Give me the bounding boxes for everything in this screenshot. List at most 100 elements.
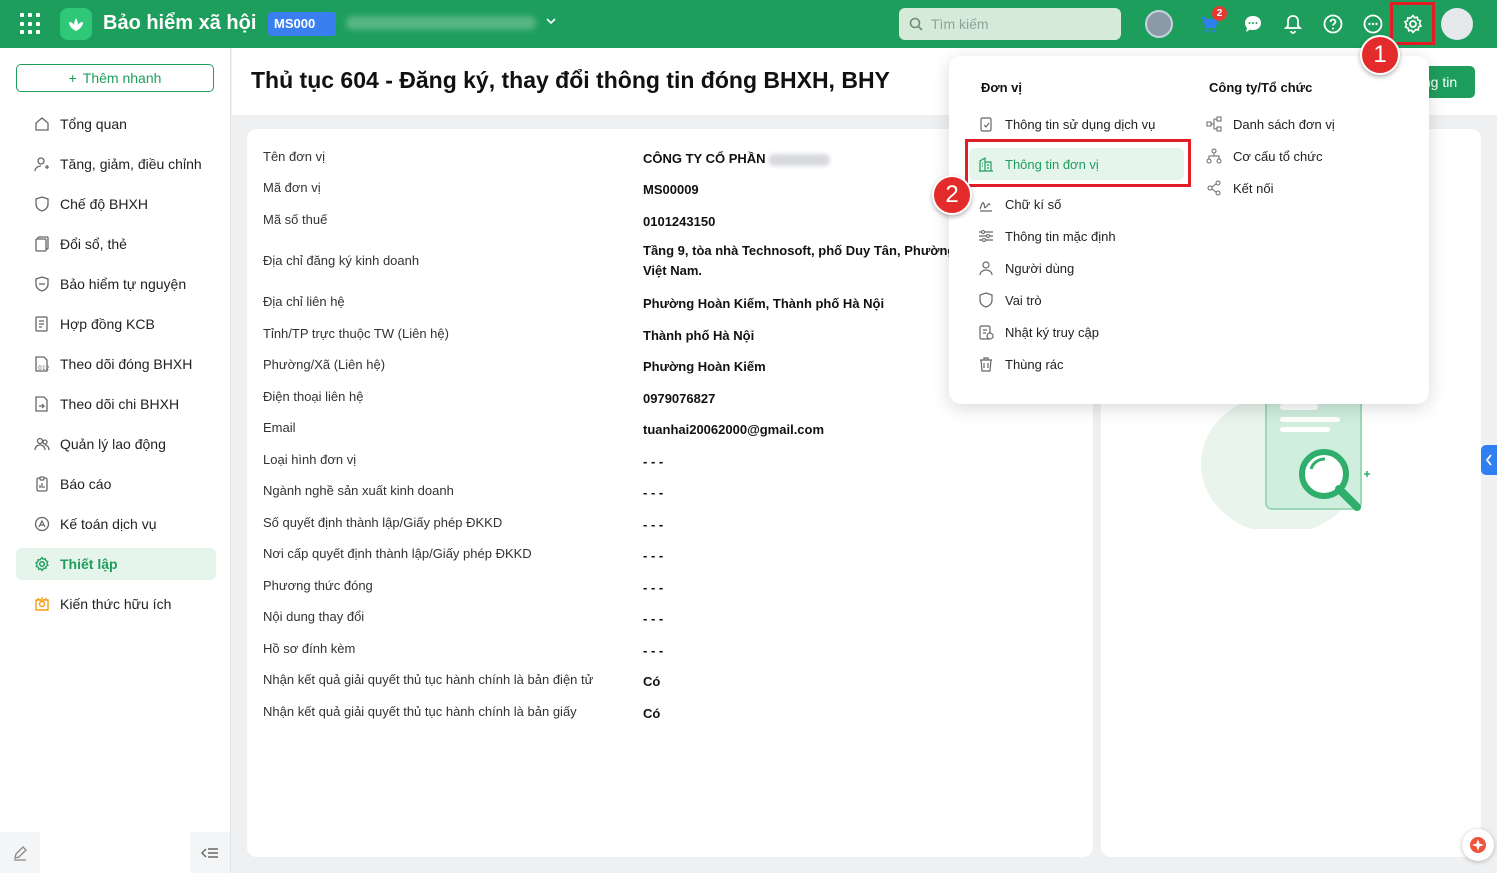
address-line-2: Việt Nam. xyxy=(643,263,703,278)
sidebar-item-track-pay[interactable]: 012 Theo dõi đóng BHXH xyxy=(16,348,216,380)
ai-assistant-button[interactable] xyxy=(1462,829,1494,861)
accounting-icon xyxy=(33,516,50,533)
ledger-icon: 012 xyxy=(33,356,50,373)
detail-label: Email xyxy=(263,420,296,435)
detail-label: Nhận kết quả giải quyết thủ tục hành chí… xyxy=(263,704,577,719)
menu-item-access-log[interactable]: Nhật ký truy cập xyxy=(977,316,1099,348)
settings-dropdown: Đơn vị Công ty/Tổ chức Thông tin sử dụng… xyxy=(949,56,1429,404)
sidebar-item-overview[interactable]: Tổng quan xyxy=(16,108,216,140)
menu-item-connect[interactable]: Kết nối xyxy=(1205,172,1273,204)
menu-item-roles[interactable]: Vai trò xyxy=(977,284,1042,316)
sidebar-item-card[interactable]: Đổi sổ, thẻ xyxy=(16,228,216,260)
share-icon xyxy=(1205,179,1223,197)
menu-item-label: Cơ cấu tổ chức xyxy=(1233,148,1323,164)
detail-label: Tên đơn vị xyxy=(263,149,325,164)
help-icon[interactable] xyxy=(1320,11,1346,37)
collapse-sidebar-icon[interactable] xyxy=(190,832,230,873)
detail-label: Hồ sơ đính kèm xyxy=(263,641,356,656)
gear-icon xyxy=(33,556,50,573)
search-input[interactable] xyxy=(931,16,1101,32)
signature-icon xyxy=(977,195,995,213)
detail-value: - - - xyxy=(643,517,664,532)
detail-label: Ngành nghề sản xuất kinh doanh xyxy=(263,483,454,498)
menu-item-label: Người dùng xyxy=(1005,260,1075,276)
sidebar-item-label: Theo dõi đóng BHXH xyxy=(60,356,193,372)
svg-text:012: 012 xyxy=(38,365,50,372)
menu-item-label: Vai trò xyxy=(1005,292,1042,308)
menu-item-trash[interactable]: Thùng rác xyxy=(977,348,1064,380)
sidebar-item-label: Theo dõi chi BHXH xyxy=(60,396,180,412)
sidebar-item-track-spend[interactable]: Theo dõi chi BHXH xyxy=(16,388,216,420)
trash-icon xyxy=(977,355,995,373)
unit-code-badge[interactable]: MS000 xyxy=(268,12,336,36)
detail-label: Địa chỉ đăng ký kinh doanh xyxy=(263,253,420,268)
assistant-avatar[interactable] xyxy=(1145,10,1173,38)
user-avatar[interactable] xyxy=(1441,8,1473,40)
menu-item-label: Thông tin sử dụng dịch vụ xyxy=(1005,116,1156,132)
address-line-1: Tầng 9, tòa nhà Technosoft, phố Duy Tân,… xyxy=(643,243,969,258)
bell-icon[interactable] xyxy=(1280,11,1306,37)
detail-value: tuanhai20062000@gmail.com xyxy=(643,422,825,437)
detail-value: Có xyxy=(643,706,661,721)
detail-value: - - - xyxy=(643,454,664,469)
more-icon[interactable] xyxy=(1360,11,1386,37)
menu-item-unit-list[interactable]: Danh sách đơn vị xyxy=(1205,108,1335,140)
menu-item-users[interactable]: Người dùng xyxy=(977,252,1074,284)
menu-item-service-info[interactable]: Thông tin sử dụng dịch vụ xyxy=(977,108,1155,140)
card-swap-icon xyxy=(33,236,50,253)
quick-add-button[interactable]: + Thêm nhanh xyxy=(16,64,214,92)
settings-highlight-box xyxy=(1390,2,1435,45)
chat-icon[interactable] xyxy=(1240,11,1266,37)
sidebar-item-contract[interactable]: Hợp đồng KCB xyxy=(16,308,216,340)
app-title: Bảo hiểm xã hội xyxy=(103,12,257,34)
plus-icon: + xyxy=(68,70,77,86)
top-bar: Bảo hiểm xã hội MS000 2 xyxy=(0,0,1497,48)
detail-value: - - - xyxy=(643,643,664,658)
detail-label: Nội dung thay đổi xyxy=(263,609,365,624)
sidebar-item-accounting[interactable]: Kế toán dịch vụ xyxy=(16,508,216,540)
sidebar-item-settings[interactable]: Thiết lập xyxy=(16,548,216,580)
sidebar-item-labor[interactable]: Quản lý lao động xyxy=(16,428,216,460)
org-chart-icon xyxy=(1205,147,1223,165)
search-box[interactable] xyxy=(899,8,1121,40)
quick-add-label: Thêm nhanh xyxy=(82,70,162,86)
edit-icon[interactable] xyxy=(0,832,40,873)
payout-icon xyxy=(33,396,50,413)
step-marker-1: 1 xyxy=(1360,35,1400,75)
chevron-left-icon[interactable] xyxy=(1481,445,1497,475)
sidebar-item-voluntary[interactable]: Bảo hiểm tự nguyện xyxy=(16,268,216,300)
menu-item-default-info[interactable]: Thông tin mặc định xyxy=(977,220,1116,252)
sidebar-item-label: Kiến thức hữu ích xyxy=(60,596,172,612)
detail-label: Nhận kết quả giải quyết thủ tục hành chí… xyxy=(263,672,594,687)
step-marker-2: 2 xyxy=(932,175,972,215)
sidebar: + Thêm nhanh Tổng quan Tăng, giảm, điều … xyxy=(0,48,231,873)
detail-label: Mã số thuế xyxy=(263,212,328,227)
user-icon xyxy=(977,259,995,277)
sidebar-item-knowledge[interactable]: Kiến thức hữu ích xyxy=(16,588,216,620)
sidebar-item-label: Kế toán dịch vụ xyxy=(60,516,157,532)
menu-item-label: Kết nối xyxy=(1233,180,1274,196)
sidebar-item-label: Quản lý lao động xyxy=(60,436,166,452)
sidebar-item-regime[interactable]: Chế độ BHXH xyxy=(16,188,216,220)
chevron-down-icon[interactable] xyxy=(545,14,557,30)
sidebar-item-report[interactable]: Báo cáo xyxy=(16,468,216,500)
sidebar-item-label: Bảo hiểm tự nguyện xyxy=(60,276,187,292)
detail-label: Phương thức đóng xyxy=(263,578,373,593)
menu-item-digital-signature[interactable]: Chữ kí số xyxy=(977,188,1061,220)
detail-label: Số quyết định thành lập/Giấy phép ĐKKD xyxy=(263,515,503,530)
sidebar-item-adjust[interactable]: Tăng, giảm, điều chỉnh xyxy=(16,148,216,180)
cart-badge: 2 xyxy=(1212,6,1227,21)
dropdown-section-title: Công ty/Tổ chức xyxy=(1209,80,1313,95)
shield-heart-icon xyxy=(33,196,50,213)
access-log-icon xyxy=(977,323,995,341)
report-icon xyxy=(33,476,50,493)
unit-name-blurred xyxy=(346,16,536,30)
detail-value: - - - xyxy=(643,580,664,595)
unit-info-highlight-box xyxy=(965,139,1191,187)
menu-item-org-structure[interactable]: Cơ cấu tổ chức xyxy=(1205,140,1322,172)
detail-label: Địa chỉ liên hệ xyxy=(263,294,345,309)
detail-label: Nơi cấp quyết định thành lập/Giấy phép Đ… xyxy=(263,546,532,561)
app-logo xyxy=(60,8,92,40)
app-grid-icon[interactable] xyxy=(20,13,44,35)
page-title: Thủ tục 604 - Đăng ký, thay đổi thông ti… xyxy=(251,67,890,93)
